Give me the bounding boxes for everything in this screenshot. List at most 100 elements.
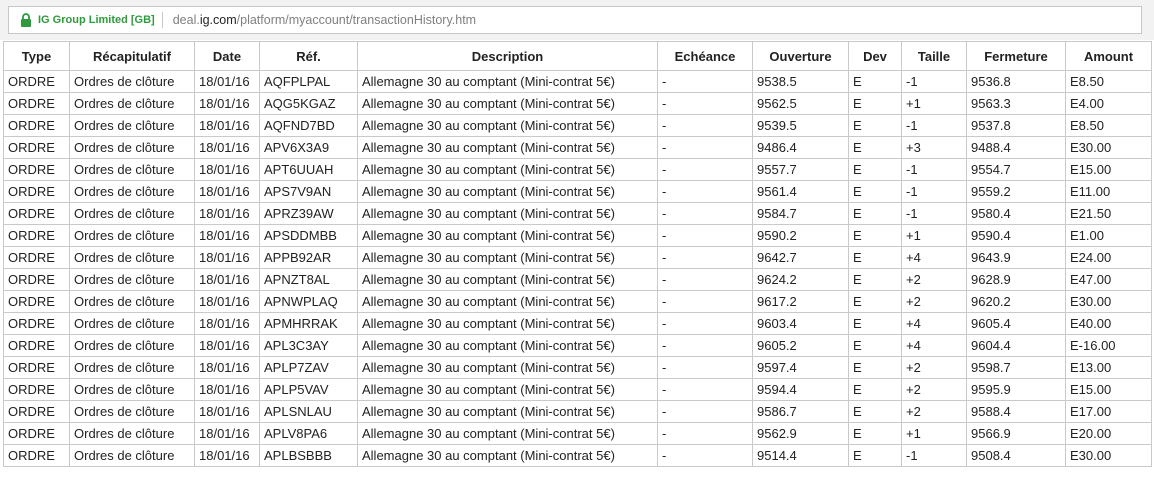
cell-amount: E4.00 [1065, 92, 1152, 115]
url-text[interactable]: deal.ig.com/platform/myaccount/transacti… [173, 13, 476, 27]
table-row[interactable]: ORDRE Ordres de clôture 18/01/16 APNWPLAQ Al… [3, 290, 1152, 313]
cell-ouverture: 9538.5 [752, 70, 849, 93]
cell-taille: +1 [901, 422, 967, 445]
cell-taille: +2 [901, 356, 967, 379]
cell-dev: E [848, 444, 902, 467]
cell-fermeture: 9566.9 [966, 422, 1066, 445]
column-header-ref[interactable]: Réf. [259, 41, 358, 71]
column-header-amount[interactable]: Amount [1065, 41, 1152, 71]
column-header-fermeture[interactable]: Fermeture [966, 41, 1066, 71]
cell-type: ORDRE [3, 180, 70, 203]
cell-recap: Ordres de clôture [69, 356, 195, 379]
cell-taille: -1 [901, 180, 967, 203]
column-header-description[interactable]: Description [357, 41, 658, 71]
cell-taille: -1 [901, 444, 967, 467]
cell-dev: E [848, 136, 902, 159]
cell-echeance: - [657, 356, 753, 379]
cell-recap: Ordres de clôture [69, 114, 195, 137]
cell-description: Allemagne 30 au comptant (Mini-contrat 5… [357, 246, 658, 269]
table-row[interactable]: ORDRE Ordres de clôture 18/01/16 APT6UUAH Al… [3, 158, 1152, 181]
cell-ouverture: 9562.9 [752, 422, 849, 445]
cell-ouverture: 9514.4 [752, 444, 849, 467]
cell-dev: E [848, 158, 902, 181]
cell-echeance: - [657, 136, 753, 159]
table-body: ORDRE Ordres de clôture 18/01/16 AQFPLPAL Al… [3, 70, 1152, 467]
cell-dev: E [848, 114, 902, 137]
cell-fermeture: 9508.4 [966, 444, 1066, 467]
cell-description: Allemagne 30 au comptant (Mini-contrat 5… [357, 312, 658, 335]
table-row[interactable]: ORDRE Ordres de clôture 18/01/16 APSDDMBB Al… [3, 224, 1152, 247]
url-prefix: deal. [172, 13, 200, 27]
cell-amount: E17.00 [1065, 400, 1152, 423]
cell-date: 18/01/16 [194, 92, 260, 115]
table-row[interactable]: ORDRE Ordres de clôture 18/01/16 APNZT8AL Al… [3, 268, 1152, 291]
cell-dev: E [848, 180, 902, 203]
address-bar[interactable]: IG Group Limited [GB] deal.ig.com/platfo… [8, 6, 1142, 34]
table-row[interactable]: ORDRE Ordres de clôture 18/01/16 APS7V9AN Al… [3, 180, 1152, 203]
table-row[interactable]: ORDRE Ordres de clôture 18/01/16 APV6X3A9 Al… [3, 136, 1152, 159]
column-header-taille[interactable]: Taille [901, 41, 967, 71]
cell-ref: APNZT8AL [259, 268, 358, 291]
table-row[interactable]: ORDRE Ordres de clôture 18/01/16 AQG5KGAZ Al… [3, 92, 1152, 115]
table-row[interactable]: ORDRE Ordres de clôture 18/01/16 APLSNLAU Al… [3, 400, 1152, 423]
cell-type: ORDRE [3, 92, 70, 115]
browser-toolbar: IG Group Limited [GB] deal.ig.com/platfo… [0, 0, 1154, 40]
cell-amount: E21.50 [1065, 202, 1152, 225]
cell-recap: Ordres de clôture [69, 268, 195, 291]
table-row[interactable]: ORDRE Ordres de clôture 18/01/16 APLP7ZAV Al… [3, 356, 1152, 379]
cell-date: 18/01/16 [194, 70, 260, 93]
cell-dev: E [848, 400, 902, 423]
cell-amount: E24.00 [1065, 246, 1152, 269]
table-row[interactable]: ORDRE Ordres de clôture 18/01/16 AQFPLPAL Al… [3, 70, 1152, 93]
table-row[interactable]: ORDRE Ordres de clôture 18/01/16 AQFND7BD Al… [3, 114, 1152, 137]
cell-ref: APV6X3A9 [259, 136, 358, 159]
cell-description: Allemagne 30 au comptant (Mini-contrat 5… [357, 334, 658, 357]
table-row[interactable]: ORDRE Ordres de clôture 18/01/16 APL3C3AY Al… [3, 334, 1152, 357]
cell-recap: Ordres de clôture [69, 202, 195, 225]
column-header-ouverture[interactable]: Ouverture [752, 41, 849, 71]
cell-echeance: - [657, 444, 753, 467]
cell-description: Allemagne 30 au comptant (Mini-contrat 5… [357, 290, 658, 313]
cell-fermeture: 9590.4 [966, 224, 1066, 247]
cell-taille: +2 [901, 268, 967, 291]
page-content: Type Récapitulatif Date Réf. Description Eché… [0, 40, 1154, 486]
cell-taille: -1 [901, 158, 967, 181]
cell-type: ORDRE [3, 422, 70, 445]
cell-taille: +4 [901, 334, 967, 357]
cell-amount: E11.00 [1065, 180, 1152, 203]
cell-recap: Ordres de clôture [69, 378, 195, 401]
table-row[interactable]: ORDRE Ordres de clôture 18/01/16 APLP5VAV Al… [3, 378, 1152, 401]
cell-type: ORDRE [3, 246, 70, 269]
column-header-echeance[interactable]: Echéance [657, 41, 753, 71]
table-row[interactable]: ORDRE Ordres de clôture 18/01/16 APLBSBBB Al… [3, 444, 1152, 467]
cell-ouverture: 9584.7 [752, 202, 849, 225]
cell-amount: E30.00 [1065, 136, 1152, 159]
site-identity[interactable]: IG Group Limited [GB] [38, 14, 155, 26]
cell-ouverture: 9590.2 [752, 224, 849, 247]
cell-echeance: - [657, 312, 753, 335]
cell-ouverture: 9486.4 [752, 136, 849, 159]
column-header-recap[interactable]: Récapitulatif [69, 41, 195, 71]
cell-dev: E [848, 290, 902, 313]
column-header-date[interactable]: Date [194, 41, 260, 71]
cell-type: ORDRE [3, 444, 70, 467]
column-header-type[interactable]: Type [3, 41, 70, 71]
transaction-history-table: Type Récapitulatif Date Réf. Description Eché… [3, 41, 1152, 467]
cell-type: ORDRE [3, 158, 70, 181]
cell-taille: -1 [901, 202, 967, 225]
column-header-dev[interactable]: Dev [848, 41, 902, 71]
cell-ouverture: 9562.5 [752, 92, 849, 115]
cell-amount: E40.00 [1065, 312, 1152, 335]
cell-ref: APLP5VAV [259, 378, 358, 401]
table-row[interactable]: ORDRE Ordres de clôture 18/01/16 APRZ39AW Al… [3, 202, 1152, 225]
cell-dev: E [848, 224, 902, 247]
cell-type: ORDRE [3, 224, 70, 247]
cell-ouverture: 9539.5 [752, 114, 849, 137]
cell-amount: E15.00 [1065, 158, 1152, 181]
cell-echeance: - [657, 422, 753, 445]
table-row[interactable]: ORDRE Ordres de clôture 18/01/16 APPB92AR Al… [3, 246, 1152, 269]
table-row[interactable]: ORDRE Ordres de clôture 18/01/16 APMHRRAK Al… [3, 312, 1152, 335]
cell-echeance: - [657, 334, 753, 357]
cell-echeance: - [657, 158, 753, 181]
table-row[interactable]: ORDRE Ordres de clôture 18/01/16 APLV8PA6 Al… [3, 422, 1152, 445]
